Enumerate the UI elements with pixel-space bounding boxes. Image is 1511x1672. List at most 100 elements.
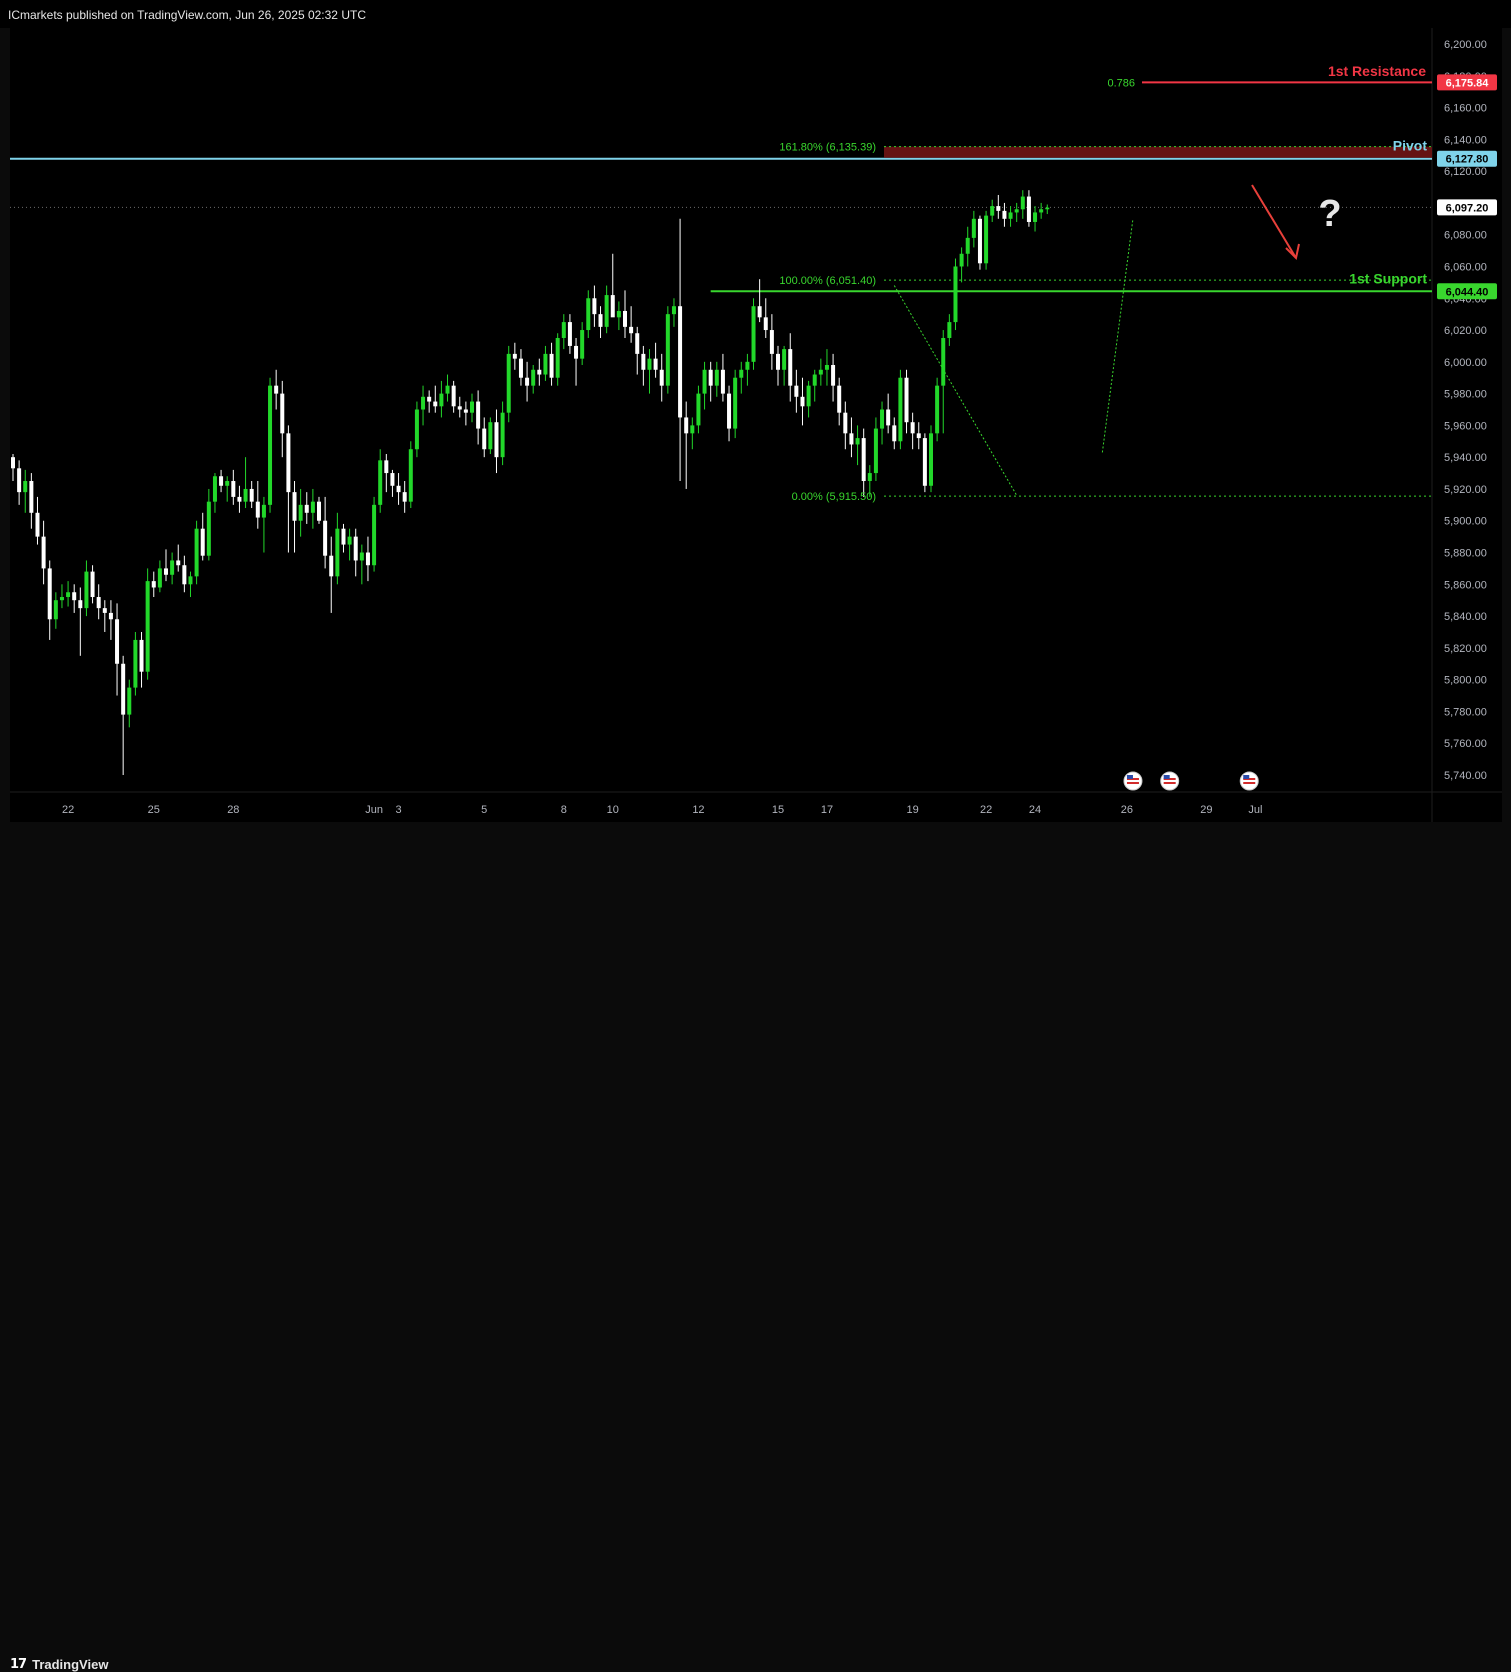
y-tick-label: 5,880.00 (1444, 548, 1487, 560)
candle-body (892, 425, 897, 442)
x-tick-label: 12 (692, 804, 704, 816)
candle-body (402, 492, 407, 502)
candle-body (555, 337, 560, 378)
candle-body (353, 536, 358, 561)
candle-body (733, 377, 738, 429)
y-tick-label: 5,860.00 (1444, 579, 1487, 591)
x-tick-label: 15 (772, 804, 784, 816)
candle-body (818, 369, 823, 375)
candle-body (488, 422, 493, 450)
candle-body (794, 385, 799, 397)
us-event-flag-icon[interactable] (1239, 771, 1259, 791)
candle-body (359, 552, 364, 561)
candle-body (806, 385, 811, 407)
candle-body (427, 396, 432, 402)
candle-body (867, 473, 872, 482)
y-tick-label: 5,740.00 (1444, 770, 1487, 782)
candle-body (1033, 212, 1038, 222)
candle-body (304, 504, 309, 513)
candle-body (451, 385, 456, 407)
question-mark: ? (1318, 193, 1341, 235)
candle-body (904, 377, 909, 423)
resistance-label: 1st Resistance (1328, 63, 1426, 79)
candle-body (977, 218, 982, 264)
x-tick-label: 24 (1029, 804, 1041, 816)
candle-body (255, 501, 260, 518)
candlestick-chart[interactable]: 5,740.00 5,760.00 5,780.00 5,800.00 5,820.00… (10, 28, 1502, 822)
candle-body (843, 412, 848, 434)
x-tick-label: 22 (980, 804, 992, 816)
candle-body (757, 306, 762, 318)
candle-body (929, 433, 933, 486)
brand-name: TradingView (32, 1657, 109, 1672)
candle-body (837, 385, 842, 413)
candle-body (512, 353, 517, 359)
current-price-tag: 6,097.20 (1446, 202, 1489, 214)
candle-body (365, 552, 370, 566)
candle-body (647, 358, 652, 370)
candle-body (470, 401, 474, 413)
candle-body (678, 306, 683, 418)
candle-body (115, 619, 120, 664)
candle-body (616, 310, 621, 318)
candle-body (690, 425, 695, 434)
candle-body (696, 393, 701, 426)
candle-body (396, 485, 401, 493)
candle-body (1014, 209, 1019, 213)
y-tick-label: 6,000.00 (1444, 357, 1487, 369)
y-tick-label: 5,820.00 (1444, 643, 1487, 655)
candle-body (922, 438, 927, 486)
candle-body (194, 528, 199, 577)
candle-body (574, 345, 579, 359)
candle-body (225, 481, 230, 486)
candle-body (17, 468, 22, 493)
candle-body (476, 401, 481, 429)
y-tick-label: 5,800.00 (1444, 675, 1487, 687)
candle-body (984, 215, 989, 264)
candle-body (518, 358, 523, 378)
x-tick-label: Jul (1248, 804, 1262, 816)
candle-body (769, 330, 774, 354)
candle-body (971, 218, 976, 238)
candle-body (335, 528, 340, 577)
candle-body (206, 501, 211, 556)
candle-body (965, 237, 970, 254)
y-tick-label: 5,980.00 (1444, 389, 1487, 401)
candle-body (78, 600, 83, 609)
us-flag-stripe (1163, 782, 1176, 784)
candle-body (812, 374, 817, 386)
candle-body (886, 409, 891, 426)
us-event-flag-icon[interactable] (1123, 771, 1143, 791)
candle-body (947, 322, 952, 338)
candle-body (1020, 196, 1025, 210)
candle-body (665, 314, 670, 386)
y-tick-label: 5,840.00 (1444, 611, 1487, 623)
chart-area[interactable]: 5,740.00 5,760.00 5,780.00 5,800.00 5,820.00… (10, 28, 1502, 822)
candle-body (421, 396, 426, 410)
candle-body (494, 422, 499, 458)
candle-body (831, 365, 836, 386)
candle-body (598, 314, 603, 327)
tradingview-brand[interactable]: 17 TradingView (10, 1657, 108, 1672)
candle-body (72, 592, 77, 601)
candle-body (249, 488, 254, 502)
candle-body (531, 369, 536, 386)
us-event-flag-icon[interactable] (1160, 771, 1180, 791)
candle-body (182, 565, 187, 585)
candle-body (139, 639, 144, 672)
y-tick-label: 5,760.00 (1444, 738, 1487, 750)
candle-body (776, 353, 780, 370)
candle-body (66, 592, 71, 598)
candle-body (745, 361, 750, 370)
candle-body (586, 298, 591, 331)
candle-body (549, 353, 554, 378)
candle-body (384, 460, 389, 474)
publish-header: ICmarkets published on TradingView.com, … (0, 0, 1511, 28)
y-tick-label: 6,060.00 (1444, 261, 1487, 273)
candle-body (317, 501, 321, 521)
candle-body (641, 353, 646, 370)
candle-body (739, 369, 744, 378)
us-flag-canton (1243, 775, 1250, 779)
candle-body (580, 330, 585, 359)
candle-body (610, 295, 615, 318)
